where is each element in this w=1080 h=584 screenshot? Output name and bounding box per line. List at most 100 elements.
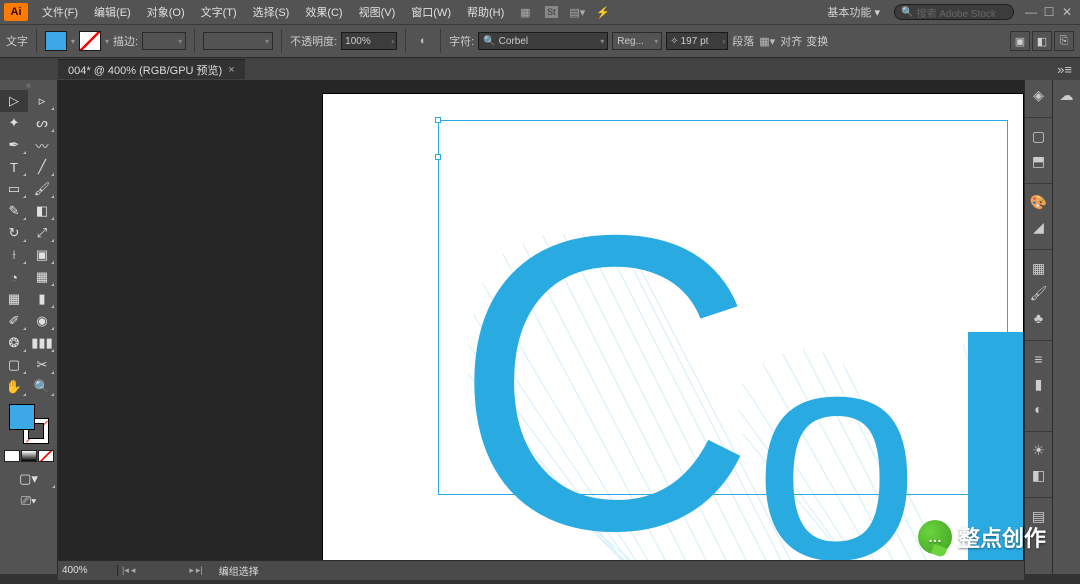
- zoom-tool[interactable]: 🔍: [28, 376, 56, 398]
- lasso-tool[interactable]: ᔕ: [28, 112, 56, 134]
- eraser-tool[interactable]: ◧: [28, 200, 56, 222]
- color-guide-icon[interactable]: ◢: [1026, 215, 1052, 239]
- tab-options[interactable]: »≡: [1049, 62, 1080, 77]
- document-title: 004* @ 400% (RGB/GPU 预览): [68, 62, 222, 78]
- shape-builder-tool[interactable]: ◔: [0, 266, 28, 288]
- selection-handle[interactable]: [435, 154, 441, 160]
- close-tab-icon[interactable]: ×: [228, 64, 234, 76]
- tab-handle[interactable]: «: [0, 80, 57, 90]
- symbol-sprayer-tool[interactable]: ❂: [0, 332, 28, 354]
- symbols-panel-icon[interactable]: ♣: [1026, 306, 1052, 330]
- magic-wand-tool[interactable]: ✦: [0, 112, 28, 134]
- perspective-tool[interactable]: ▦: [28, 266, 56, 288]
- stock-icon[interactable]: St: [540, 3, 562, 21]
- menu-help[interactable]: 帮助(H): [459, 4, 512, 20]
- line-tool[interactable]: ╱: [28, 156, 56, 178]
- fill-color[interactable]: [9, 404, 35, 430]
- color-panel-icon[interactable]: 🎨: [1026, 190, 1052, 214]
- document-tab[interactable]: 004* @ 400% (RGB/GPU 预览) ×: [58, 59, 245, 79]
- cc-libraries-icon[interactable]: ☁: [1054, 83, 1080, 107]
- graphic-styles-icon[interactable]: ◧: [1026, 463, 1052, 487]
- direct-selection-tool[interactable]: ▹: [28, 90, 56, 112]
- paragraph-label[interactable]: 段落: [732, 33, 754, 49]
- transform-label[interactable]: 变换: [806, 33, 828, 49]
- stroke-panel-icon[interactable]: ≡: [1026, 347, 1052, 371]
- pen-tool[interactable]: ✒: [0, 134, 28, 156]
- selection-bounds: [438, 120, 1008, 495]
- appearance-panel-icon[interactable]: ☀: [1026, 438, 1052, 462]
- menu-window[interactable]: 窗口(W): [403, 4, 459, 20]
- recolor-icon[interactable]: ◐: [414, 32, 432, 50]
- zoom-level[interactable]: 400%: [58, 565, 118, 576]
- eyedropper-tool[interactable]: ✐: [0, 310, 28, 332]
- rotate-tool[interactable]: ↻: [0, 222, 28, 244]
- char-label: 字符:: [449, 33, 474, 49]
- scale-tool[interactable]: ⤢: [28, 222, 56, 244]
- selection-tool[interactable]: ▷: [0, 90, 28, 112]
- window-maximize[interactable]: ☐: [1040, 5, 1058, 19]
- brush-select[interactable]: [203, 32, 273, 50]
- type-tool[interactable]: T: [0, 156, 28, 178]
- window-close[interactable]: ✕: [1058, 5, 1076, 19]
- hand-tool[interactable]: ✋: [0, 376, 28, 398]
- window-minimize[interactable]: —: [1022, 5, 1040, 19]
- shaper-tool[interactable]: ✎: [0, 200, 28, 222]
- slice-tool[interactable]: ✂: [28, 354, 56, 376]
- fill-swatch[interactable]: [45, 31, 67, 51]
- stroke-swatch[interactable]: [79, 31, 101, 51]
- gradient-mode[interactable]: [21, 450, 37, 462]
- status-bar: 400% |◂◂▸▸| 编组选择: [58, 560, 1024, 580]
- blend-tool[interactable]: ◉: [28, 310, 56, 332]
- asset-export-icon[interactable]: ⬒: [1026, 149, 1052, 173]
- screen-mode[interactable]: ⎚▾: [0, 490, 57, 512]
- rectangle-tool[interactable]: ▭: [0, 178, 28, 200]
- artboard-tool[interactable]: ▢: [0, 354, 28, 376]
- menu-object[interactable]: 对象(O): [139, 4, 193, 20]
- color-mode[interactable]: [4, 450, 20, 462]
- font-family[interactable]: 🔍Corbel: [478, 32, 608, 50]
- workspace-switcher[interactable]: 基本功能 ▾: [821, 4, 886, 20]
- align-label[interactable]: 对齐: [780, 33, 802, 49]
- watermark: … 整点创作: [918, 520, 1046, 554]
- mesh-tool[interactable]: ▦: [0, 288, 28, 310]
- transparency-panel-icon[interactable]: ◐: [1026, 397, 1052, 421]
- document-area[interactable]: C o: [58, 80, 1024, 560]
- opacity-label: 不透明度:: [290, 33, 337, 49]
- swatches-panel-icon[interactable]: ▦: [1026, 256, 1052, 280]
- menu-effect[interactable]: 效果(C): [297, 4, 350, 20]
- font-size[interactable]: ✧197 pt: [666, 32, 728, 50]
- opacity-value[interactable]: 100%: [341, 32, 397, 50]
- mask-icon[interactable]: ◧: [1032, 31, 1052, 51]
- menu-file[interactable]: 文件(F): [34, 4, 86, 20]
- layers-panel-icon[interactable]: ◈: [1026, 83, 1052, 107]
- artboard-nav[interactable]: |◂◂▸▸|: [118, 565, 207, 576]
- paintbrush-tool[interactable]: 🖌: [28, 178, 56, 200]
- selection-handle[interactable]: [435, 117, 441, 123]
- none-mode[interactable]: [38, 450, 54, 462]
- menu-edit[interactable]: 编辑(E): [86, 4, 139, 20]
- width-tool[interactable]: ⟊: [0, 244, 28, 266]
- free-transform-tool[interactable]: ▣: [28, 244, 56, 266]
- gradient-tool[interactable]: ▮: [28, 288, 56, 310]
- menu-type[interactable]: 文字(T): [193, 4, 245, 20]
- panel-dock-right: ☁: [1052, 80, 1080, 574]
- artboard[interactable]: C o: [323, 94, 1023, 560]
- curvature-tool[interactable]: 〰: [28, 134, 56, 156]
- stroke-weight[interactable]: [142, 32, 186, 50]
- isolate-icon[interactable]: ▣: [1010, 31, 1030, 51]
- menu-select[interactable]: 选择(S): [245, 4, 298, 20]
- font-style[interactable]: Reg...: [612, 32, 662, 50]
- bridge-icon[interactable]: ▦: [514, 3, 536, 21]
- artboards-panel-icon[interactable]: ▢: [1026, 124, 1052, 148]
- brushes-panel-icon[interactable]: 🖌: [1026, 281, 1052, 305]
- graph-tool[interactable]: ▮▮▮: [28, 332, 56, 354]
- stock-search[interactable]: 🔍搜索 Adobe Stock: [894, 4, 1014, 20]
- align-menu-icon[interactable]: ▦▾: [758, 32, 776, 50]
- menu-view[interactable]: 视图(V): [351, 4, 404, 20]
- drawing-mode[interactable]: ▢▾: [0, 468, 57, 490]
- gradient-panel-icon[interactable]: ▮: [1026, 372, 1052, 396]
- fill-stroke[interactable]: [9, 404, 49, 444]
- arrange-icon[interactable]: ▤▾: [566, 3, 588, 21]
- gpu-icon[interactable]: ⚡: [592, 3, 614, 21]
- edit-icon[interactable]: ⎘: [1054, 31, 1074, 51]
